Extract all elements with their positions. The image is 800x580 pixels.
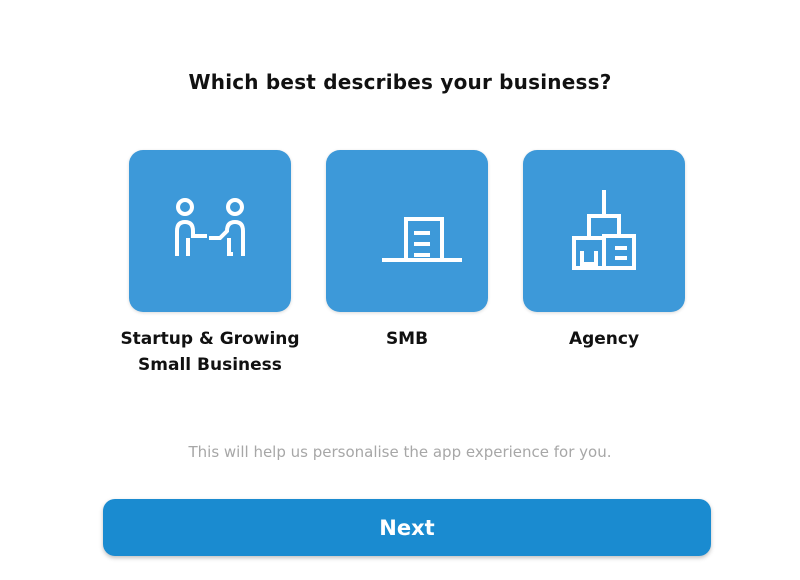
building-network-icon (549, 174, 659, 288)
option-label: Agency (568, 329, 640, 349)
office-building-icon (352, 174, 486, 288)
option-startup[interactable]: Startup & Growing Small Business (120, 150, 300, 378)
option-tile[interactable] (523, 150, 685, 312)
page-title: Which best describes your business? (188, 70, 612, 94)
option-tile[interactable] (326, 150, 488, 312)
option-label: Startup & Growing Small Business (120, 329, 300, 375)
next-button[interactable]: Next (103, 499, 711, 556)
people-handshake-icon (155, 174, 265, 288)
option-label: SMB (385, 329, 429, 349)
option-smb[interactable]: SMB (326, 150, 488, 352)
option-agency[interactable]: Agency (523, 150, 685, 352)
business-type-screen: Which best describes your business? Star… (0, 0, 800, 580)
helper-text: This will help us personalise the app ex… (188, 443, 612, 461)
option-tile[interactable] (129, 150, 291, 312)
